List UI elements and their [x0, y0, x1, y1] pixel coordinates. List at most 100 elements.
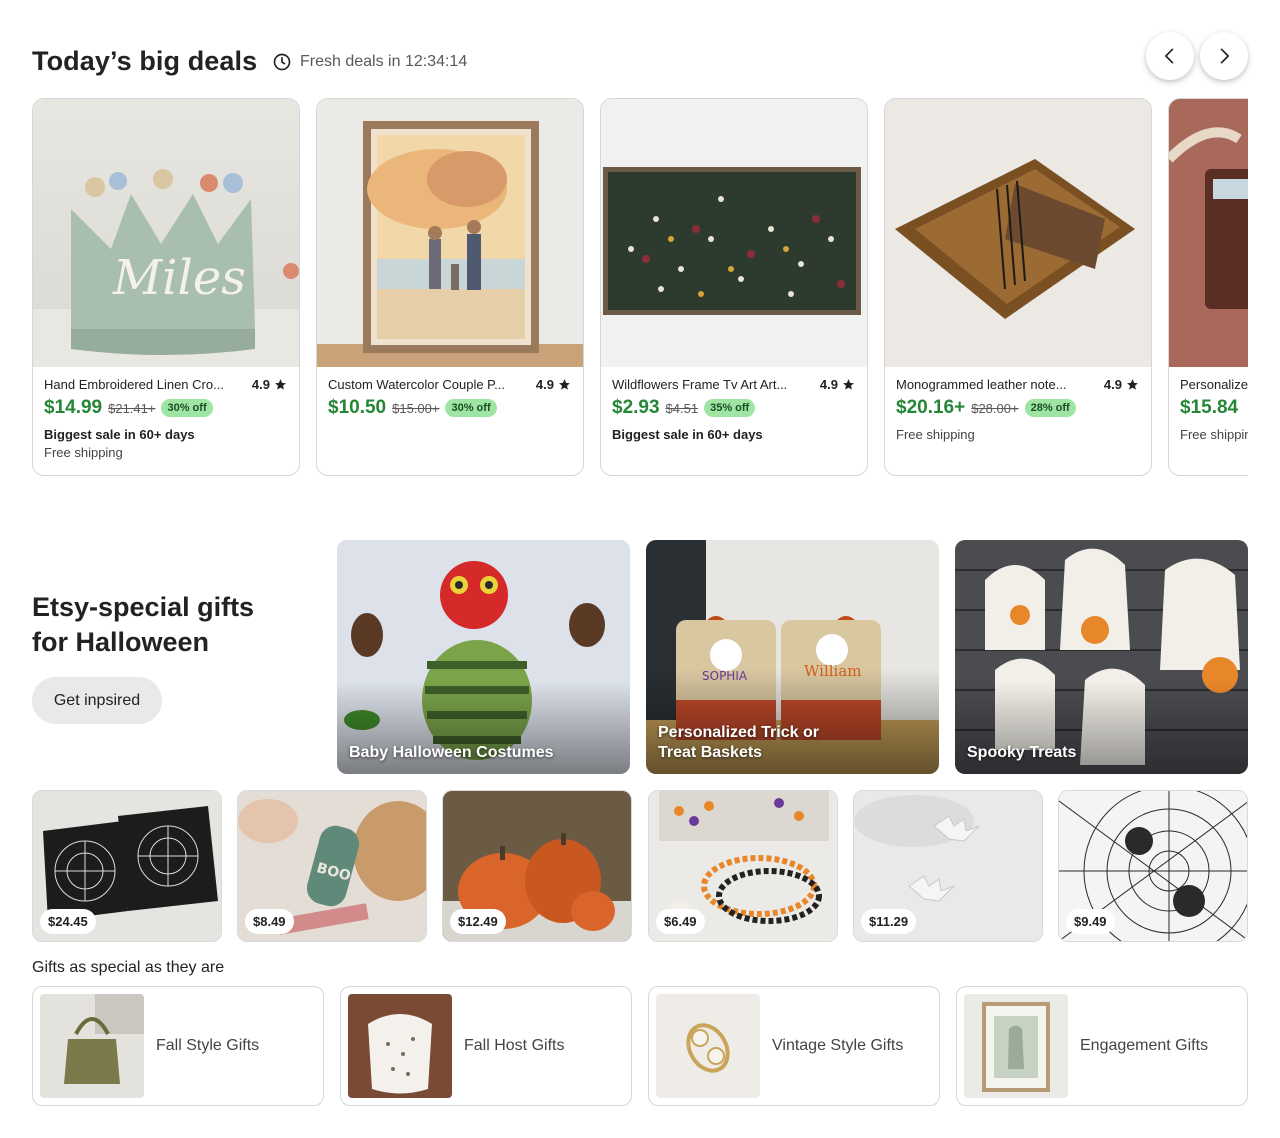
- original-price: $28.00+: [971, 400, 1019, 416]
- hero-label: Personalized Trick or Treat Baskets: [658, 723, 819, 763]
- halloween-title: Etsy-special gifts for Halloween: [32, 590, 312, 660]
- sale-note: Biggest sale in 60+ days: [44, 427, 195, 442]
- deal-card[interactable]: Miles Hand Embroidered Linen Cro... 4.9 …: [32, 98, 300, 476]
- price-pill: $9.49: [1066, 909, 1115, 934]
- deals-header: Today’s big deals Fresh deals in 12:34:1…: [32, 32, 1248, 88]
- timer-text: Fresh deals in 12:34:14: [300, 53, 468, 70]
- chevron-right-icon: [1220, 48, 1229, 64]
- hero-label-line1: Spooky Treats: [967, 744, 1077, 761]
- mini-tile-spiderweb-pillows[interactable]: $24.45: [32, 790, 222, 942]
- rating-value: 4.9: [819, 377, 838, 392]
- star-icon: [559, 379, 570, 390]
- product-image: [317, 99, 583, 367]
- rating-value: 4.9: [535, 377, 554, 392]
- rating: 4.9: [536, 377, 571, 392]
- apple-dish-illustration: [348, 994, 452, 1098]
- svg-text:Miles: Miles: [112, 250, 246, 306]
- next-button[interactable]: [1200, 32, 1248, 80]
- carousel-nav: [1146, 32, 1248, 80]
- halloween-title-line2: for Halloween: [32, 627, 210, 657]
- hero-label-line1: Personalized Trick or: [658, 724, 819, 741]
- gift-card-engagement[interactable]: Engagement Gifts: [956, 986, 1248, 1106]
- discount-badge: 30% off: [445, 399, 497, 417]
- mini-tile-book-pumpkins[interactable]: $12.49: [442, 790, 632, 942]
- discount-badge: 30% off: [161, 399, 213, 417]
- leather-wallet-illustration: [1169, 99, 1248, 367]
- hero-label-line2: Treat Baskets: [658, 744, 763, 761]
- discount-badge: 28% off: [1024, 399, 1076, 417]
- product-image: [885, 99, 1151, 367]
- gift-label: Fall Style Gifts: [156, 1037, 260, 1054]
- original-price: $4.51: [665, 400, 699, 416]
- rating-value: 4.9: [1103, 377, 1122, 392]
- sale-price: $14.99: [44, 397, 103, 418]
- price-pill: $24.45: [40, 909, 96, 934]
- gift-card-fall-style[interactable]: Fall Style Gifts: [32, 986, 324, 1106]
- rating: 4.9: [820, 377, 855, 392]
- price-pill: $6.49: [656, 909, 705, 934]
- deal-card[interactable]: Custom Watercolor Couple P... 4.9 $10.50…: [316, 98, 584, 476]
- discount-badge: 35% off: [704, 399, 756, 417]
- sale-price: $2.93: [612, 397, 660, 418]
- gift-thumb: [40, 994, 144, 1098]
- mini-tile-bat-earrings[interactable]: $11.29: [853, 790, 1043, 942]
- deal-card[interactable]: Wildflowers Frame Tv Art Art... 4.9 $2.9…: [600, 98, 868, 476]
- leather-notebook-illustration: [895, 159, 1135, 319]
- rating-value: 4.9: [251, 377, 270, 392]
- gift-thumb: [348, 994, 452, 1098]
- hero-tile-treat-baskets[interactable]: SOPHIA William Personalized Trick or Tre…: [646, 540, 939, 774]
- rating: 4.9: [1104, 377, 1139, 392]
- deals-timer: Fresh deals in 12:34:14: [272, 52, 467, 72]
- crown-illustration: Miles: [33, 169, 299, 367]
- sale-price: $15.84: [1180, 397, 1239, 418]
- gift-card-fall-host[interactable]: Fall Host Gifts: [340, 986, 632, 1106]
- mini-tile-bead-bracelets[interactable]: $6.49: [648, 790, 838, 942]
- ring-illustration: [656, 994, 760, 1098]
- product-image: Miles: [33, 99, 299, 367]
- original-price: $15.00+: [392, 400, 440, 416]
- product-name: Monogrammed leather note...: [896, 377, 1067, 392]
- mini-tile-boo-keychain[interactable]: BOO $8.49: [237, 790, 427, 942]
- sale-price: $20.16+: [896, 397, 966, 418]
- shipping-note: Free shipping: [896, 427, 975, 442]
- gifts-caption: Gifts as special as they are: [32, 959, 225, 976]
- product-name: Wildflowers Frame Tv Art Art...: [612, 377, 788, 392]
- deals-title: Today’s big deals: [32, 46, 258, 76]
- handbag-illustration: [40, 994, 144, 1098]
- hero-label-line1: Baby Halloween Costumes: [349, 744, 554, 761]
- deals-carousel: Miles Hand Embroidered Linen Cro... 4.9 …: [32, 98, 1248, 478]
- gift-thumb: [964, 994, 1068, 1098]
- sale-note: Biggest sale in 60+ days: [612, 427, 763, 442]
- mini-tile-spider-decor[interactable]: $9.49: [1058, 790, 1248, 942]
- rating: 4.9: [252, 377, 287, 392]
- price-pill: $11.29: [861, 909, 917, 934]
- previous-button[interactable]: [1146, 32, 1194, 80]
- chevron-left-icon: [1165, 48, 1174, 64]
- star-icon: [275, 379, 286, 390]
- sale-price: $10.50: [328, 397, 387, 418]
- product-image: [601, 99, 867, 367]
- get-inspired-button[interactable]: Get inpsired: [32, 677, 162, 724]
- product-name: Custom Watercolor Couple P...: [328, 377, 506, 392]
- wildflower-art-illustration: [603, 167, 861, 315]
- halloween-title-line1: Etsy-special gifts: [32, 592, 255, 622]
- shipping-note: Free shipping: [1180, 427, 1248, 442]
- product-name: Hand Embroidered Linen Cro...: [44, 377, 224, 392]
- clock-icon: [273, 53, 291, 71]
- original-price: $21.41+: [108, 400, 156, 416]
- product-name: Personalized: [1180, 377, 1248, 392]
- deal-card[interactable]: Monogrammed leather note... 4.9 $20.16+ …: [884, 98, 1152, 476]
- price-pill: $12.49: [450, 909, 506, 934]
- deal-card[interactable]: Personalized $15.84 Free shipping: [1168, 98, 1248, 476]
- hero-tile-baby-costumes[interactable]: Baby Halloween Costumes: [337, 540, 630, 774]
- gift-label: Engagement Gifts: [1080, 1037, 1209, 1054]
- framed-watercolor-illustration: [317, 121, 583, 367]
- star-icon: [1127, 379, 1138, 390]
- gift-label: Vintage Style Gifts: [772, 1037, 904, 1054]
- hero-tile-spooky-treats[interactable]: Spooky Treats: [955, 540, 1248, 774]
- gift-card-vintage-style[interactable]: Vintage Style Gifts: [648, 986, 940, 1106]
- framed-print-illustration: [964, 994, 1068, 1098]
- hero-label: Spooky Treats: [967, 743, 1076, 763]
- ghost-cookies-illustration: [955, 540, 1248, 774]
- star-icon: [843, 379, 854, 390]
